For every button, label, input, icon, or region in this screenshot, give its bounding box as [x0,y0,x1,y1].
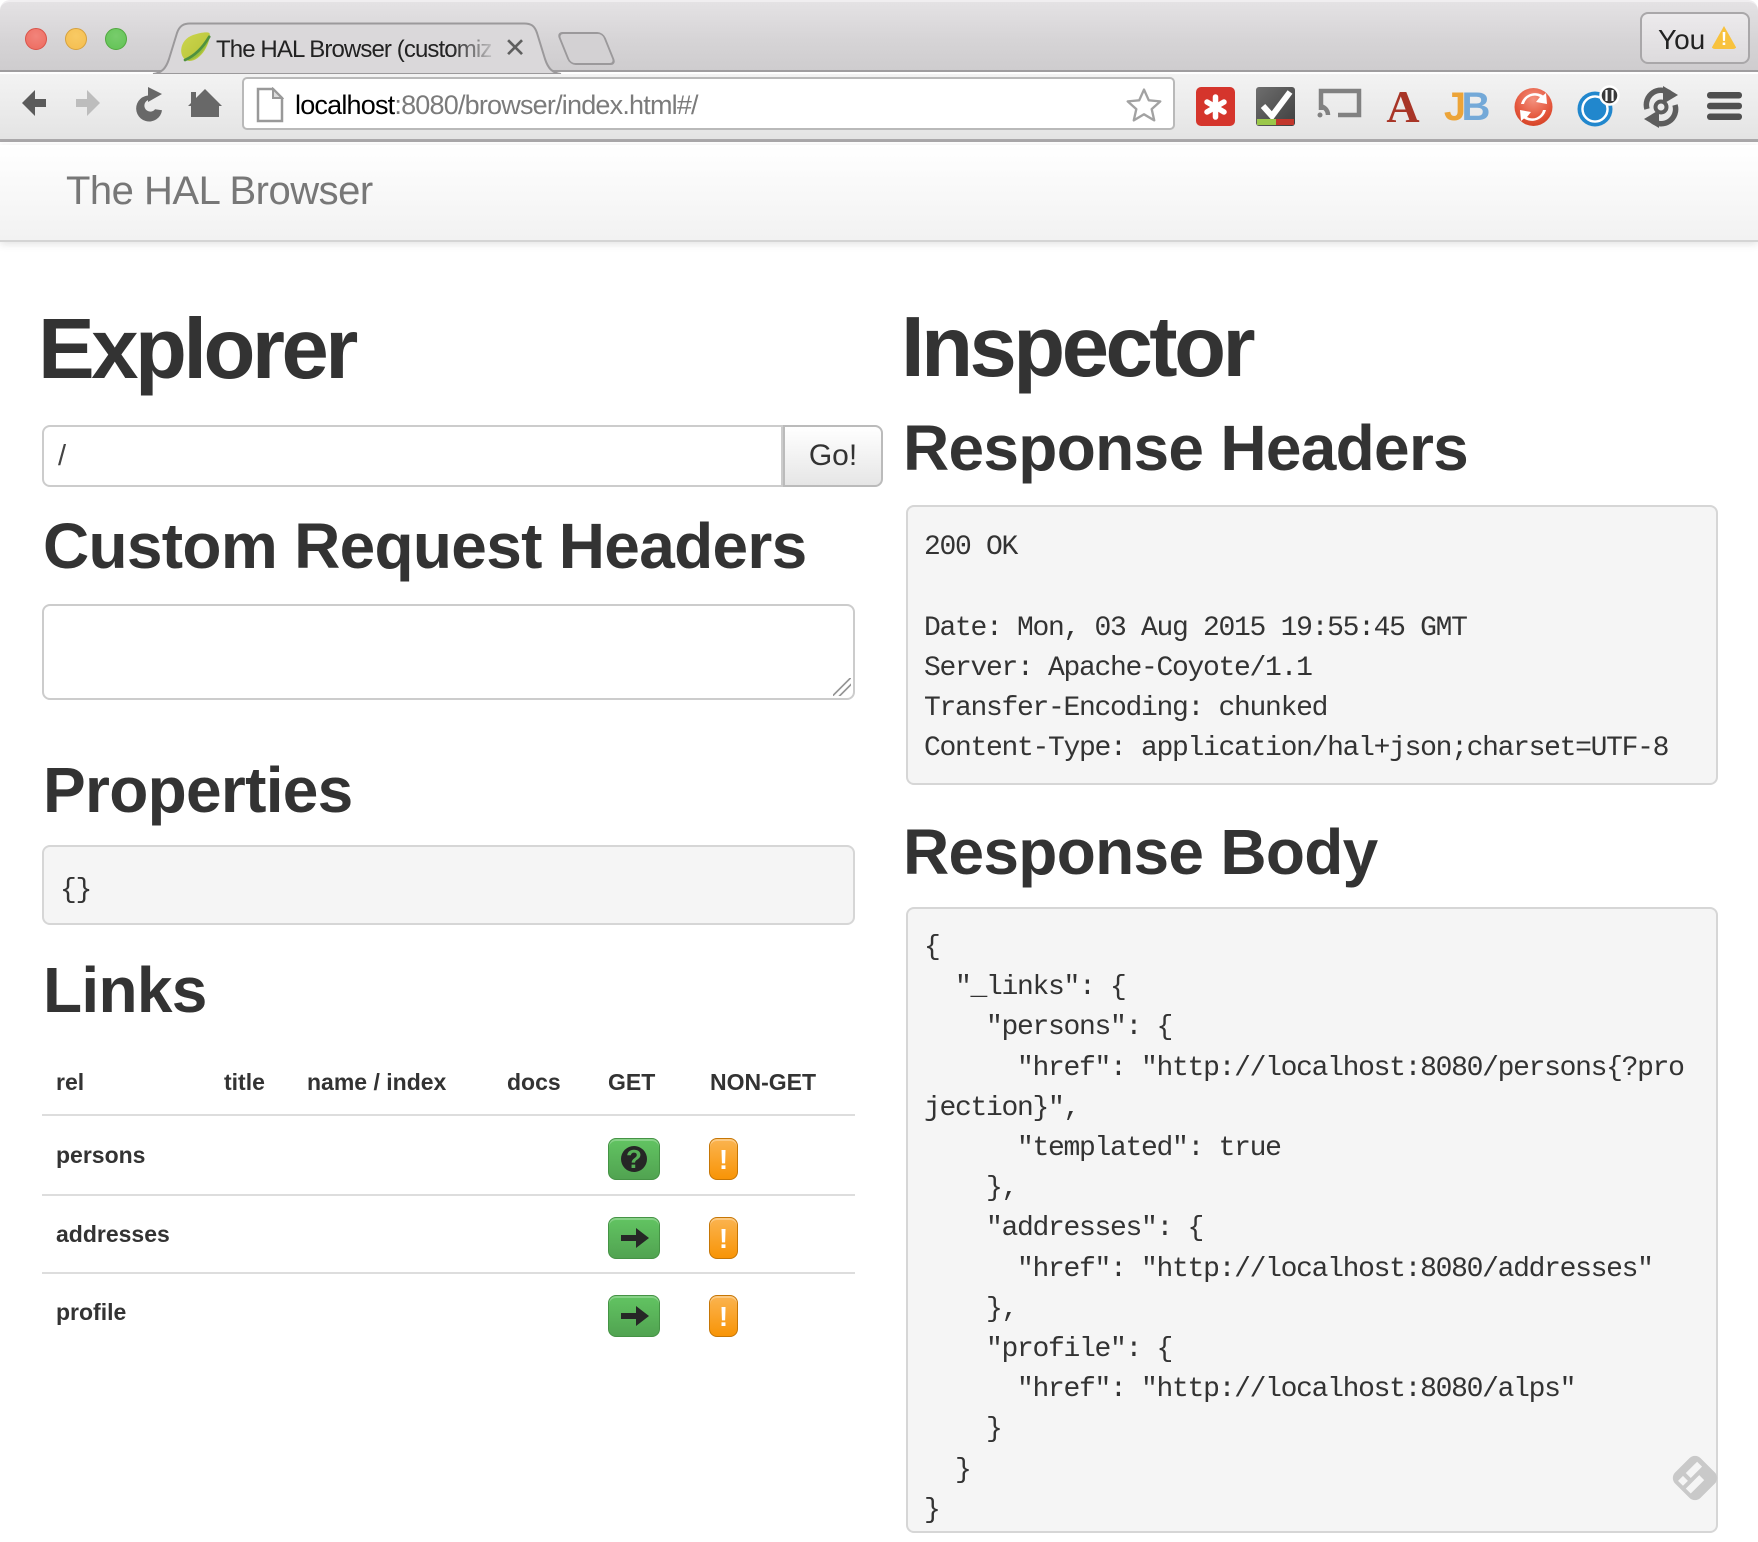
svg-text:B: B [1462,85,1491,129]
svg-text:?: ? [626,1144,642,1174]
svg-text:A: A [1386,81,1419,132]
